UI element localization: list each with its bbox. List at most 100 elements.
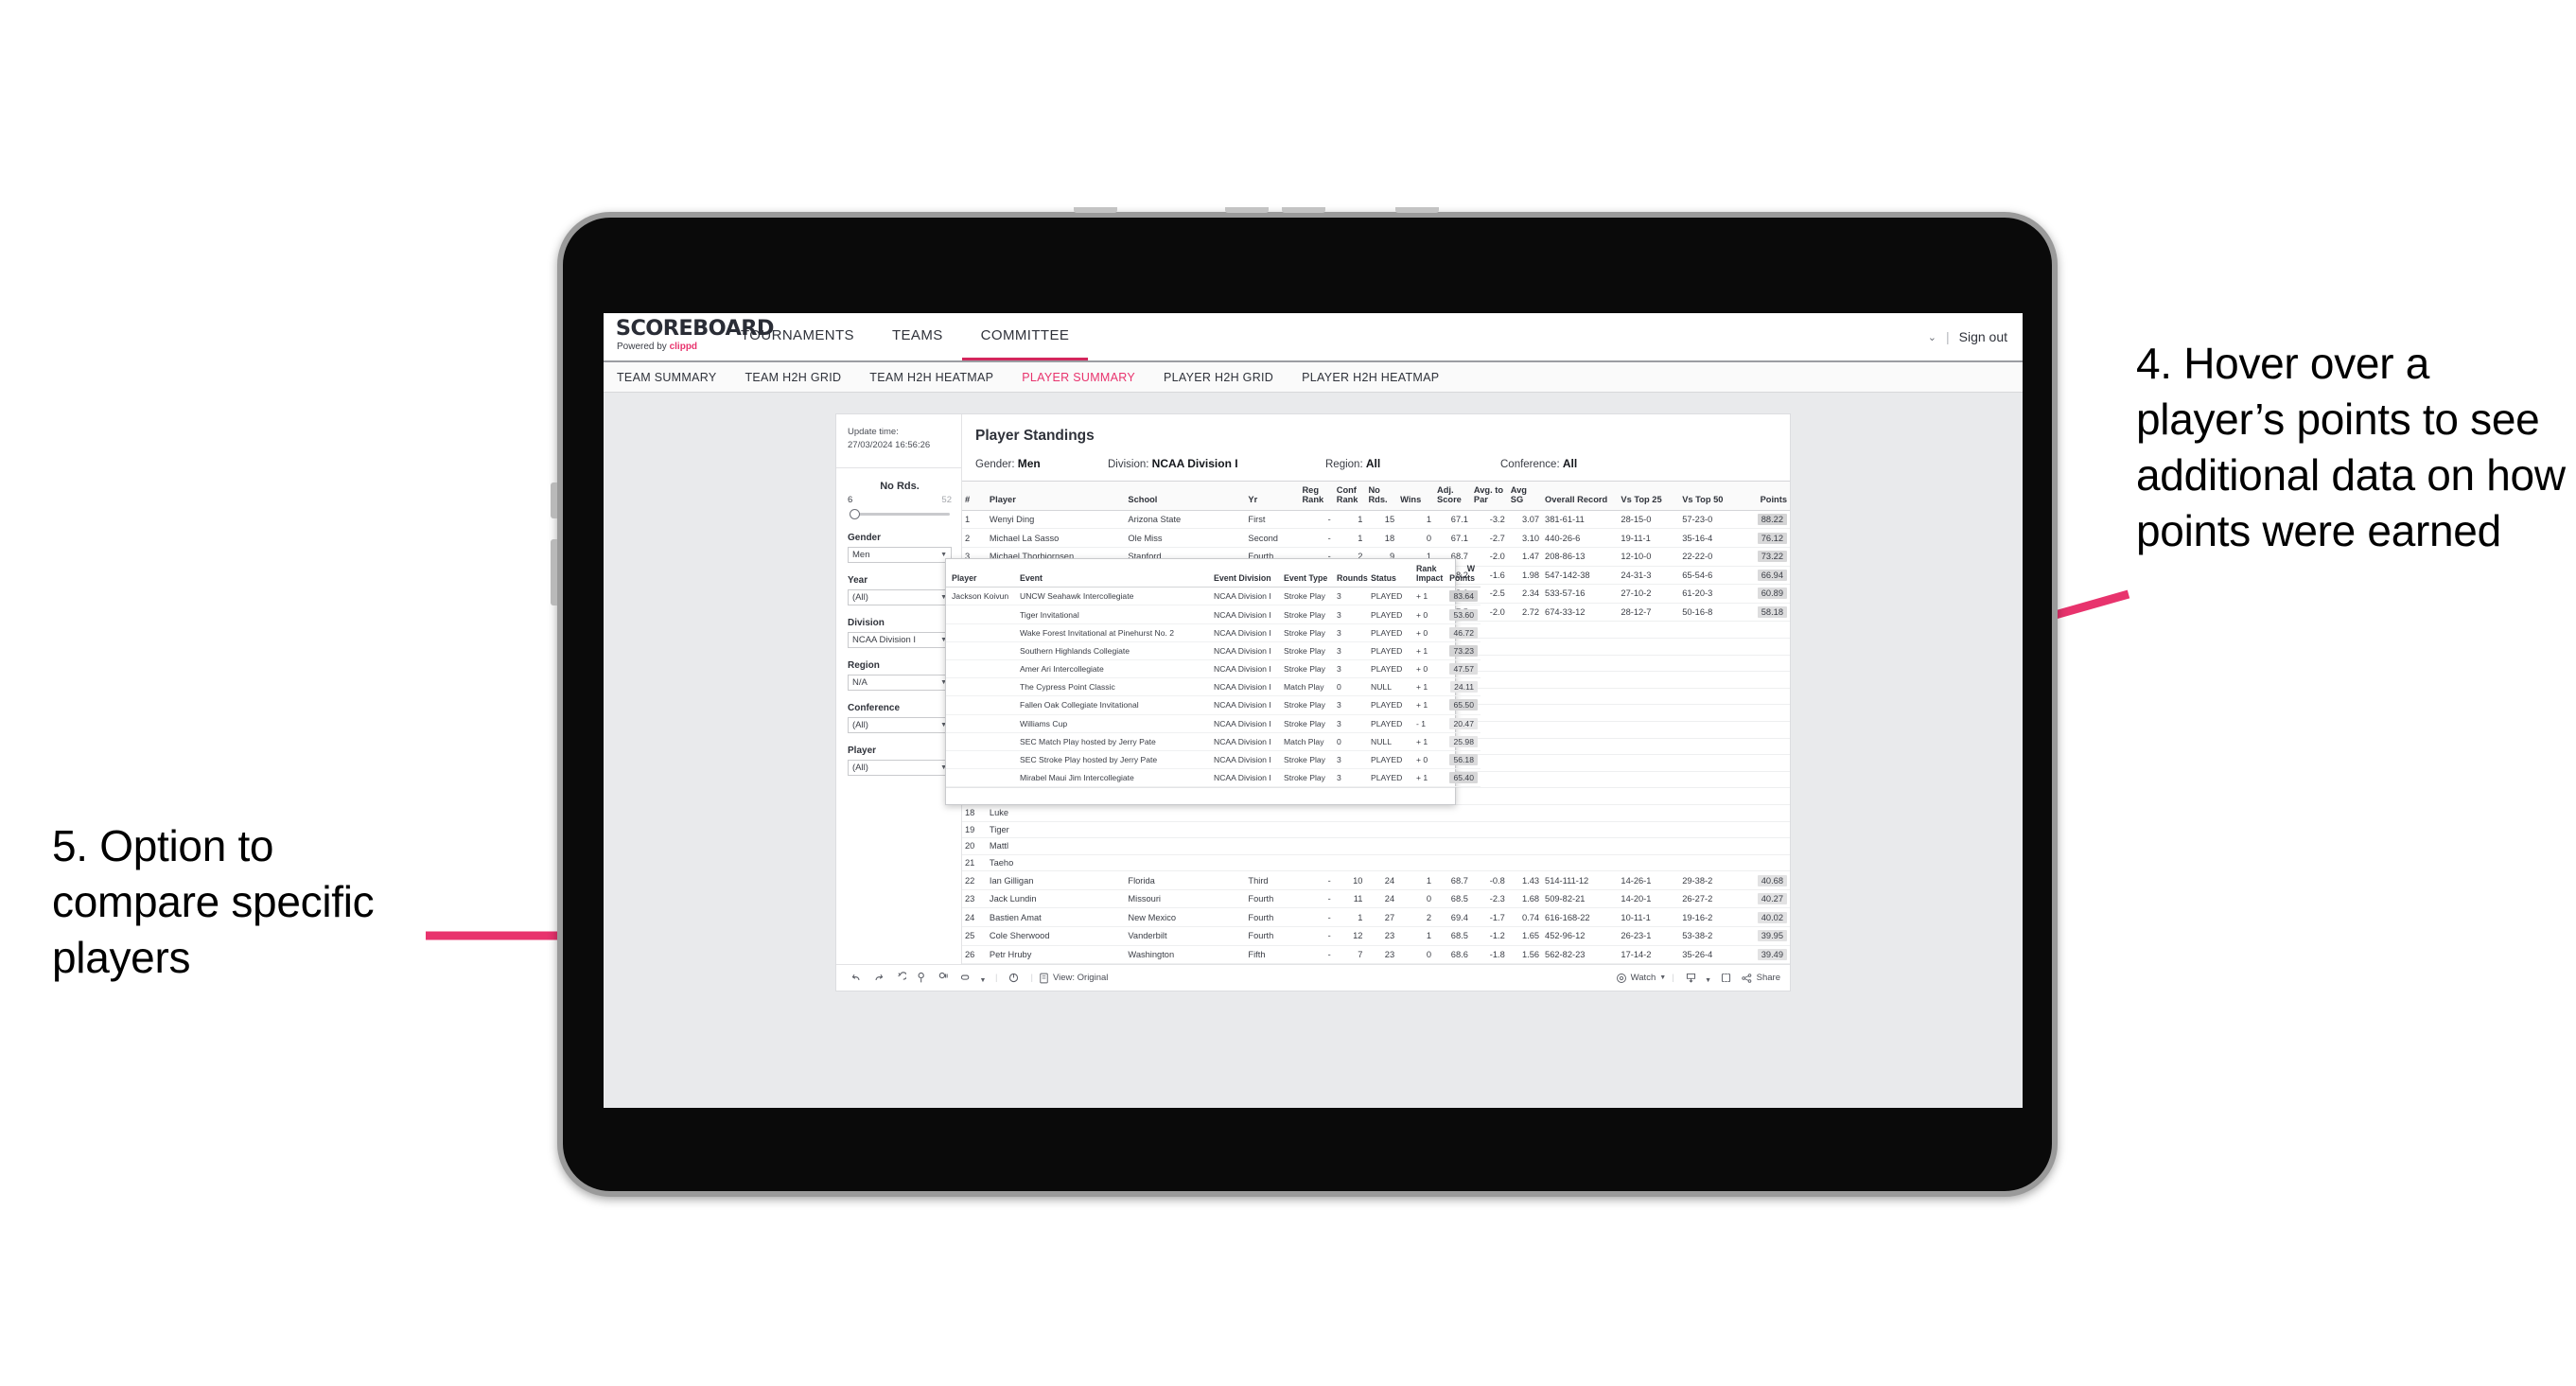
table-row[interactable]: 20 Mattl <box>962 837 1790 855</box>
tooltip-wpoints-value: 65.40 <box>1449 772 1478 784</box>
fullscreen-icon[interactable] <box>1715 972 1737 984</box>
table-row[interactable]: 23 Jack Lundin Missouri Fourth -11 24 0 68.5 -2.… <box>962 889 1790 909</box>
nav-item-teams[interactable]: TEAMS <box>873 313 962 360</box>
pan-icon[interactable] <box>955 972 976 984</box>
points-cell[interactable]: 39.49 <box>1741 945 1790 965</box>
points-cell[interactable] <box>1741 837 1790 855</box>
table-cell: 26-23-1 <box>1618 926 1680 946</box>
table-row[interactable]: 1 Wenyi Ding Arizona State First -1 15 1 67.1 -3… <box>962 510 1790 530</box>
redo-icon[interactable] <box>867 972 889 984</box>
points-cell[interactable] <box>1741 638 1790 656</box>
subnav-item-player-summary[interactable]: PLAYER SUMMARY <box>1008 371 1149 384</box>
watch-button[interactable]: Watch ▼ <box>1616 973 1666 984</box>
table-row[interactable]: 22 Ian Gilligan Florida Third -10 24 1 68.7 -0.8… <box>962 870 1790 890</box>
points-cell[interactable]: 66.94 <box>1741 566 1790 586</box>
points-cell[interactable] <box>1741 754 1790 772</box>
undo-icon[interactable] <box>846 972 867 984</box>
table-cell <box>1365 837 1398 855</box>
pause-refresh-icon[interactable] <box>933 972 955 984</box>
table-cell <box>1434 804 1471 822</box>
points-cell[interactable] <box>1741 704 1790 722</box>
table-row[interactable]: 25 Cole Sherwood Vanderbilt Fourth -12 23 1 68.… <box>962 926 1790 946</box>
highlight-icon[interactable] <box>1003 972 1025 984</box>
user-chevron-icon[interactable]: ⌄ <box>1928 331 1936 343</box>
table-row[interactable]: 2 Michael La Sasso Ole Miss Second -1 18 0 67.1… <box>962 528 1790 548</box>
col-vs-top-50[interactable]: Vs Top 50 <box>1679 481 1742 511</box>
table-row[interactable]: 24 Bastien Amat New Mexico Fourth -1 27 2 69.4-… <box>962 907 1790 928</box>
filter-year-select[interactable]: (All) ▼ <box>848 588 952 605</box>
pan-dropdown-icon[interactable]: ▼ <box>976 972 990 985</box>
col-vs-top-25[interactable]: Vs Top 25 <box>1618 481 1680 511</box>
points-cell[interactable] <box>1741 621 1790 639</box>
table-cell: 1.98 <box>1507 566 1543 586</box>
col-overall-record[interactable]: Overall Record <box>1542 481 1619 511</box>
slider-handle[interactable] <box>850 508 860 519</box>
table-row[interactable]: 18 Luke <box>962 804 1790 822</box>
sign-out-link[interactable]: Sign out <box>1959 329 2007 344</box>
points-cell[interactable]: 60.89 <box>1741 584 1790 604</box>
points-cell[interactable]: 40.02 <box>1741 907 1790 928</box>
col-player[interactable]: Player <box>986 481 1126 511</box>
download-icon[interactable] <box>1680 972 1702 984</box>
points-cell[interactable]: 40.68 <box>1741 870 1790 890</box>
filter-division-select[interactable]: NCAA Division I ▼ <box>848 631 952 648</box>
filter-conference-select[interactable]: (All) ▼ <box>848 716 952 733</box>
col-rank[interactable]: # <box>962 481 987 511</box>
refresh-icon[interactable] <box>911 972 933 984</box>
table-cell: 19 <box>962 821 987 839</box>
points-cell[interactable]: 39.95 <box>1741 926 1790 946</box>
points-cell[interactable] <box>1741 787 1790 805</box>
download-dropdown-icon[interactable]: ▼ <box>1702 972 1715 985</box>
points-cell[interactable] <box>1741 804 1790 822</box>
points-cell[interactable]: 58.18 <box>1741 603 1790 623</box>
filter-year-label: Year <box>848 574 868 586</box>
points-cell[interactable]: 40.27 <box>1741 889 1790 909</box>
scoreboard-logo[interactable]: SCOREBOARD Powered by clippd <box>604 313 775 360</box>
no-rounds-slider[interactable] <box>848 507 952 520</box>
filter-player-select[interactable]: (All) ▼ <box>848 759 952 776</box>
filter-gender-select[interactable]: Men ▼ <box>848 546 952 563</box>
points-cell[interactable] <box>1741 671 1790 689</box>
col-reg-rank[interactable]: Reg Rank <box>1299 481 1334 511</box>
tooltip-wpoints-value: 24.11 <box>1450 681 1478 693</box>
table-cell: Washington <box>1125 945 1246 965</box>
revert-icon[interactable] <box>889 972 911 984</box>
col-school[interactable]: School <box>1125 481 1246 511</box>
points-cell[interactable] <box>1741 771 1790 789</box>
col-avg-to-par[interactable]: Avg. to Par <box>1470 481 1508 511</box>
view-original-button[interactable]: View: Original <box>1039 973 1108 984</box>
points-cell[interactable] <box>1741 688 1790 706</box>
points-cell[interactable] <box>1741 821 1790 839</box>
table-row[interactable]: 21 Taeho <box>962 854 1790 872</box>
col-yr[interactable]: Yr <box>1245 481 1300 511</box>
nav-item-committee[interactable]: COMMITTEE <box>961 313 1089 360</box>
points-cell[interactable]: 73.22 <box>1741 547 1790 567</box>
filter-region-select[interactable]: N/A ▼ <box>848 674 952 691</box>
tooltip-player-cell <box>946 768 1014 788</box>
share-button[interactable]: Share <box>1741 973 1780 984</box>
points-cell[interactable]: 88.22 <box>1741 510 1790 530</box>
points-cell[interactable] <box>1741 854 1790 872</box>
col-no-rds[interactable]: No Rds. <box>1365 481 1398 511</box>
table-row[interactable]: 26 Petr Hruby Washington Fifth -7 23 0 68.6 -1.8… <box>962 945 1790 965</box>
points-cell[interactable] <box>1741 655 1790 673</box>
points-cell[interactable] <box>1741 738 1790 756</box>
col-conf-rank[interactable]: Conf Rank <box>1333 481 1366 511</box>
subnav-item-team-summary[interactable]: TEAM SUMMARY <box>617 371 730 384</box>
points-cell[interactable]: 76.12 <box>1741 528 1790 548</box>
table-cell <box>1245 854 1300 872</box>
col-adj-score[interactable]: Adj. Score <box>1434 481 1471 511</box>
col-avg-sg[interactable]: Avg SG <box>1507 481 1543 511</box>
tt-col-event-type: Event Type <box>1278 559 1331 588</box>
col-wins[interactable]: Wins <box>1397 481 1435 511</box>
table-cell: 50-16-8 <box>1679 603 1742 623</box>
col-points[interactable]: Points <box>1741 481 1790 511</box>
subnav-item-player-h2h-grid[interactable]: PLAYER H2H GRID <box>1149 371 1288 384</box>
table-cell <box>1507 738 1543 756</box>
tooltip-footer <box>946 787 1455 804</box>
table-row[interactable]: 19 Tiger <box>962 821 1790 839</box>
subnav-item-team-h2h-grid[interactable]: TEAM H2H GRID <box>730 371 855 384</box>
subnav-item-player-h2h-heatmap[interactable]: PLAYER H2H HEATMAP <box>1288 371 1453 384</box>
subnav-item-team-h2h-heatmap[interactable]: TEAM H2H HEATMAP <box>855 371 1008 384</box>
points-cell[interactable] <box>1741 721 1790 739</box>
